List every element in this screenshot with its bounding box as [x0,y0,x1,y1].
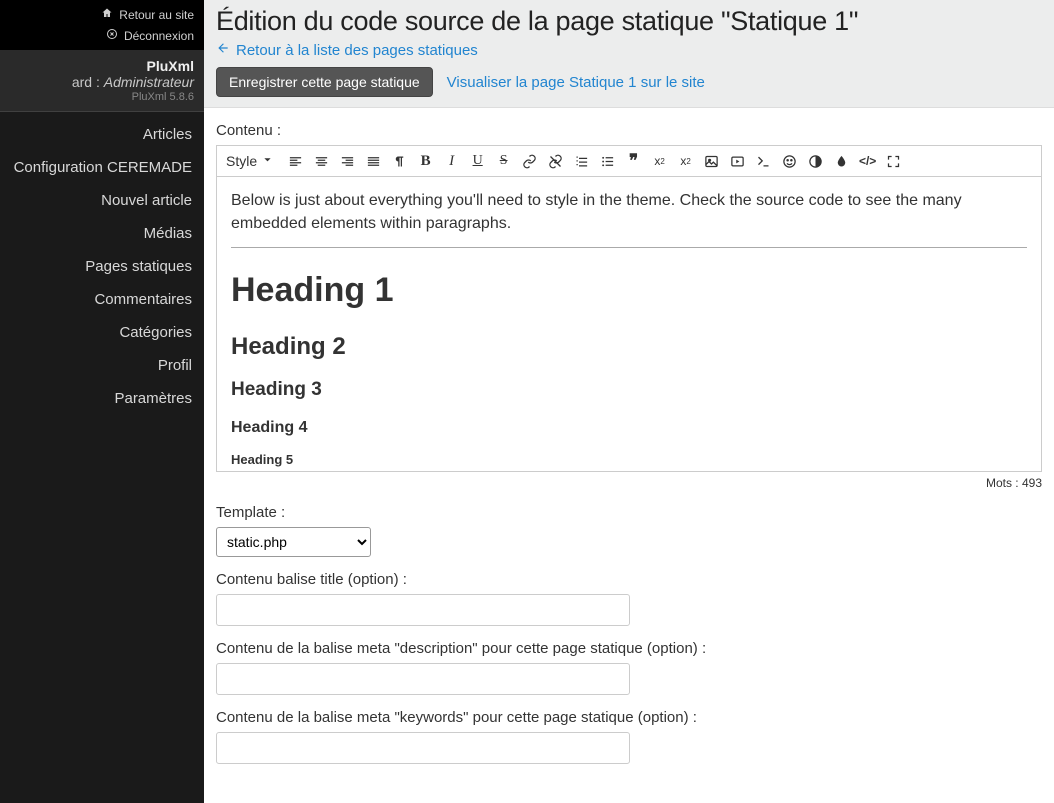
droplet-icon[interactable] [833,153,850,170]
editor-toolbar: Style B I U S ❞ x2 x2 [216,145,1042,176]
sidebar-profile: PluXml ard : Administrateur PluXml 5.8.6 [0,50,204,112]
editor-h2: Heading 2 [231,330,1027,365]
action-row: Enregistrer cette page statique Visualis… [216,67,1042,97]
content-label: Contenu : [216,122,1042,139]
sidebar-item-articles[interactable]: Articles [0,118,204,151]
back-link-label: Retour à la liste des pages statiques [236,42,478,59]
underline-icon[interactable]: U [469,153,486,170]
sidebar-nav: Articles Configuration CEREMADE Nouvel a… [0,112,204,415]
sidebar-item-profile[interactable]: Profil [0,349,204,382]
main: Édition du code source de la page statiq… [204,0,1054,803]
subscript-icon[interactable]: x2 [677,153,694,170]
unlink-icon[interactable] [547,153,564,170]
align-right-icon[interactable] [339,153,356,170]
editor-body[interactable]: Below is just about everything you'll ne… [216,176,1042,472]
quote-icon[interactable]: ❞ [625,153,642,170]
editor-hr [231,247,1027,248]
align-center-icon[interactable] [313,153,330,170]
editor-h5: Heading 5 [231,451,1027,470]
home-icon [101,7,113,22]
sidebar-item-categories[interactable]: Catégories [0,316,204,349]
header-bar: Édition du code source de la page statiq… [204,0,1054,108]
editor-h3: Heading 3 [231,376,1027,404]
logout-icon [106,28,118,43]
sidebar: Retour au site Déconnexion PluXml ard : … [0,0,204,803]
editor-intro-text: Below is just about everything you'll ne… [231,189,1027,235]
editor-h4: Heading 4 [231,416,1027,439]
strikethrough-icon[interactable]: S [495,153,512,170]
sidebar-item-comments[interactable]: Commentaires [0,283,204,316]
arrow-left-icon [216,41,230,59]
page-title: Édition du code source de la page statiq… [216,6,1042,37]
chevron-down-icon [260,152,275,170]
logout-link-label: Déconnexion [124,29,194,43]
view-page-link[interactable]: Visualiser la page Statique 1 sur le sit… [447,74,705,91]
sidebar-top-links: Retour au site Déconnexion [0,0,204,50]
sidebar-item-new-article[interactable]: Nouvel article [0,184,204,217]
superscript-icon[interactable]: x2 [651,153,668,170]
paragraph-icon[interactable] [391,153,408,170]
fullscreen-icon[interactable] [885,153,902,170]
meta-desc-label: Contenu de la balise meta "description" … [216,640,1042,657]
image-icon[interactable] [703,153,720,170]
video-icon[interactable] [729,153,746,170]
home-link-label: Retour au site [119,8,194,22]
title-tag-label: Contenu balise title (option) : [216,571,1042,588]
italic-icon[interactable]: I [443,153,460,170]
align-left-icon[interactable] [287,153,304,170]
contrast-icon[interactable] [807,153,824,170]
meta-kw-input[interactable] [216,732,630,764]
sidebar-item-settings[interactable]: Paramètres [0,382,204,415]
content-area: Contenu : Style B I U S ❞ [204,108,1054,794]
unordered-list-icon[interactable] [599,153,616,170]
app-name: PluXml [10,58,194,74]
back-link[interactable]: Retour à la liste des pages statiques [216,41,478,59]
link-icon[interactable] [521,153,538,170]
word-count: Mots : 493 [216,476,1042,490]
bold-icon[interactable]: B [417,153,434,170]
user-role-line: ard : Administrateur [10,74,194,90]
user-name: ard [72,74,92,90]
save-button[interactable]: Enregistrer cette page statique [216,67,433,97]
ordered-list-icon[interactable] [573,153,590,170]
editor-h1: Heading 1 [231,266,1027,315]
template-label: Template : [216,504,1042,521]
style-dropdown-label: Style [226,153,257,169]
style-dropdown[interactable]: Style [223,150,278,172]
logout-link[interactable]: Déconnexion [10,25,194,46]
app-version: PluXml 5.8.6 [10,91,194,103]
code-icon[interactable]: </> [859,153,876,170]
terminal-icon[interactable] [755,153,772,170]
template-select[interactable]: static.php [216,527,371,557]
emoji-icon[interactable] [781,153,798,170]
align-justify-icon[interactable] [365,153,382,170]
user-role: Administrateur [104,74,194,90]
sidebar-item-medias[interactable]: Médias [0,217,204,250]
sidebar-item-config-ceremade[interactable]: Configuration CEREMADE [0,151,204,184]
title-tag-input[interactable] [216,594,630,626]
sidebar-item-static-pages[interactable]: Pages statiques [0,250,204,283]
home-link[interactable]: Retour au site [10,4,194,25]
meta-kw-label: Contenu de la balise meta "keywords" pou… [216,709,1042,726]
meta-desc-input[interactable] [216,663,630,695]
